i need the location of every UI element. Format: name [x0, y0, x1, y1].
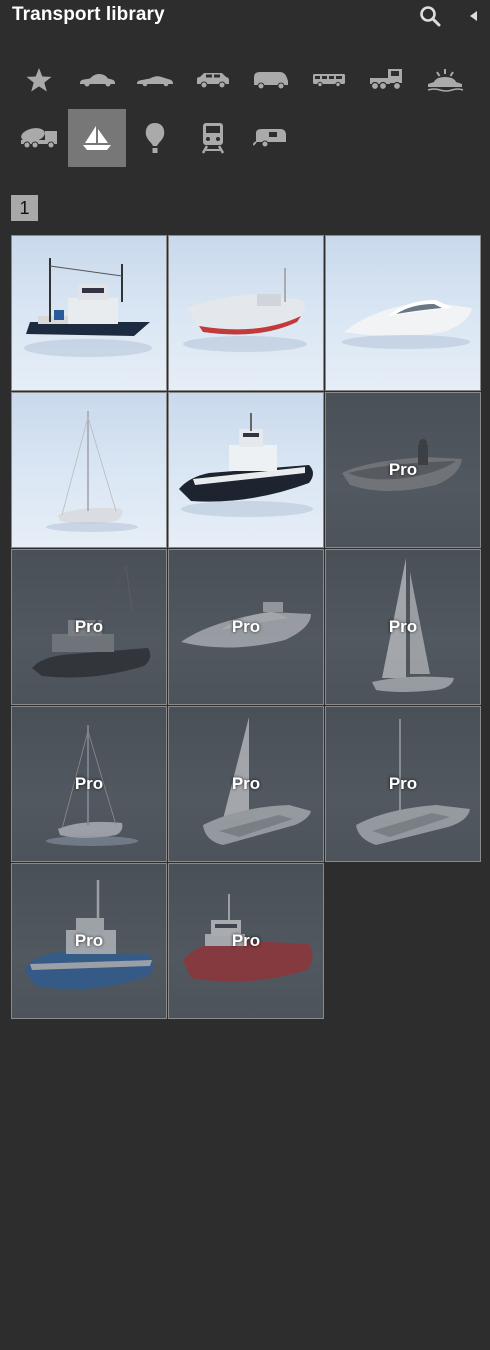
category-favorites[interactable]	[10, 51, 68, 109]
collapse-arrow-icon[interactable]	[466, 8, 480, 24]
category-truck[interactable]	[358, 51, 416, 109]
category-sports-car[interactable]	[126, 51, 184, 109]
category-toolbar-row-1	[10, 51, 474, 109]
sailboat-icon	[83, 126, 111, 150]
category-bus[interactable]	[300, 51, 358, 109]
boat-thumbnail-sailboat-bare	[46, 725, 138, 846]
bus-icon	[313, 74, 345, 88]
sports-car-icon	[137, 76, 173, 87]
amphibious-icon	[427, 69, 464, 92]
model-tile[interactable]: Pro	[168, 549, 324, 705]
van-icon	[254, 72, 288, 90]
boat-thumbnail-motorboat	[183, 268, 307, 352]
category-caravan[interactable]	[242, 109, 300, 167]
header: Transport library	[0, 0, 490, 34]
page-number[interactable]: 1	[11, 195, 38, 221]
model-tile[interactable]	[11, 392, 167, 548]
boat-thumbnail-motor-yacht	[342, 300, 472, 349]
model-tile[interactable]: Pro	[11, 706, 167, 862]
category-train[interactable]	[184, 109, 242, 167]
boat-thumbnail-supply-vessel	[183, 894, 313, 982]
model-tile[interactable]	[168, 392, 324, 548]
boat-thumbnail-tug-crane	[32, 565, 151, 678]
category-concrete-mixer[interactable]	[10, 109, 68, 167]
boat-thumbnail-fishing-trawler	[24, 258, 152, 357]
category-boats[interactable]	[68, 109, 126, 167]
star-icon	[26, 68, 52, 92]
category-toolbar-row-2	[10, 109, 300, 167]
panel-title: Transport library	[12, 4, 165, 25]
boat-thumbnail-sailboat	[372, 558, 454, 692]
model-tile[interactable]: Pro	[168, 706, 324, 862]
concrete-mixer-icon	[21, 128, 57, 149]
boat-thumbnail-catamaran-sail	[203, 717, 311, 845]
boat-thumbnail-ferry	[179, 413, 313, 517]
model-tile[interactable]	[11, 235, 167, 391]
caravan-icon	[253, 129, 286, 148]
suv-icon	[197, 73, 229, 89]
model-tile[interactable]	[325, 235, 481, 391]
category-van[interactable]	[242, 51, 300, 109]
boat-thumbnail-rowboat	[342, 439, 462, 491]
model-tile[interactable]	[168, 235, 324, 391]
model-tile[interactable]: Pro	[325, 392, 481, 548]
boat-thumbnail-yacht	[181, 602, 311, 648]
model-grid: Pro Pro Pro Pro Pro Pro Pro Pro Pro	[11, 235, 481, 1019]
sedan-icon	[80, 74, 115, 87]
model-tile[interactable]: Pro	[11, 863, 167, 1019]
model-tile[interactable]: Pro	[168, 863, 324, 1019]
hot-air-balloon-icon	[145, 123, 165, 153]
boat-thumbnail-sailboat-bare	[46, 411, 138, 532]
search-icon[interactable]	[418, 4, 442, 28]
boat-thumbnail-tugboat-blue	[24, 880, 153, 990]
train-icon	[201, 123, 225, 154]
category-sedan[interactable]	[68, 51, 126, 109]
category-suv[interactable]	[184, 51, 242, 109]
category-balloon[interactable]	[126, 109, 184, 167]
boat-thumbnail-catamaran-mast	[356, 719, 470, 845]
truck-icon	[370, 69, 402, 91]
model-tile[interactable]: Pro	[11, 549, 167, 705]
category-amphibious[interactable]	[416, 51, 474, 109]
model-tile[interactable]: Pro	[325, 549, 481, 705]
model-tile[interactable]: Pro	[325, 706, 481, 862]
